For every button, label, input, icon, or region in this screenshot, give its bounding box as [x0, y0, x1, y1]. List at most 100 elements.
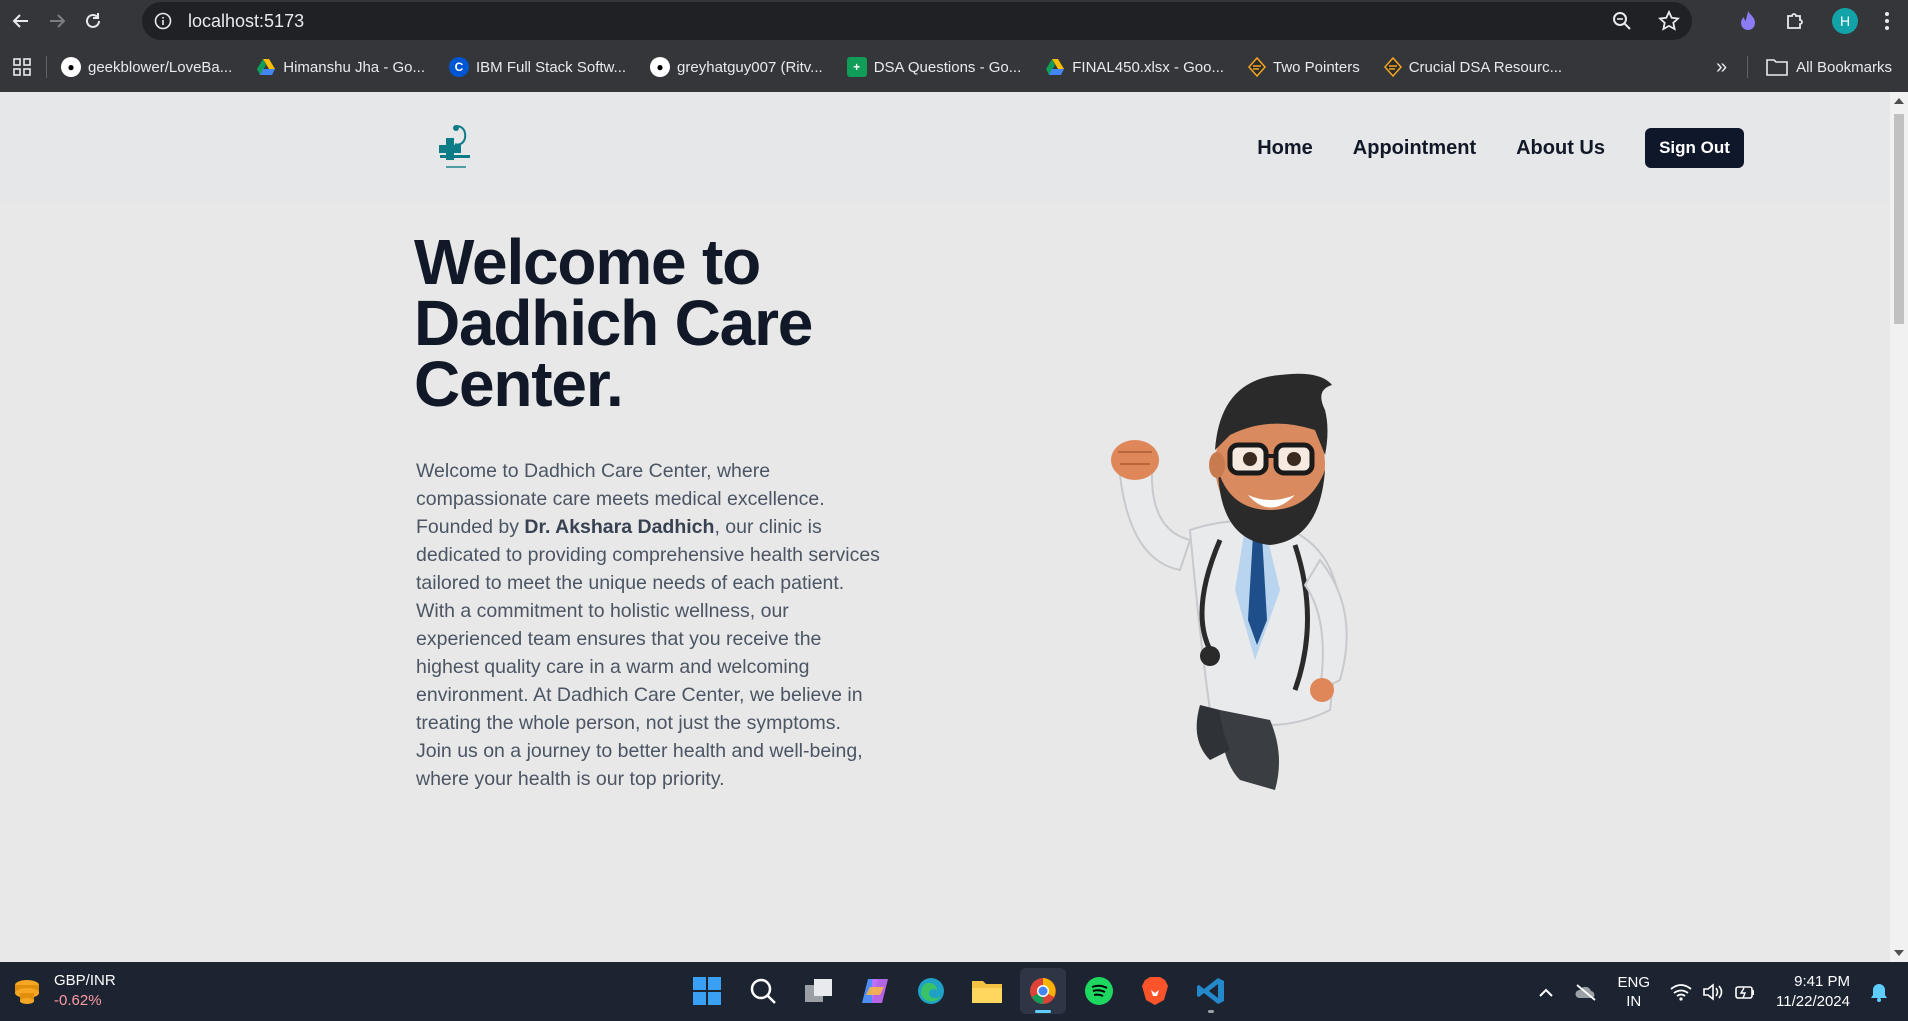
zoom-icon[interactable] — [1612, 11, 1632, 31]
active-indicator — [1035, 1010, 1051, 1013]
task-view-icon — [805, 979, 832, 1002]
forward-button[interactable] — [42, 6, 72, 36]
open-indicator — [1208, 1010, 1214, 1013]
vscode-button[interactable] — [1188, 968, 1234, 1014]
clinic-logo[interactable] — [434, 122, 476, 172]
reload-button[interactable] — [78, 6, 108, 36]
bookmark-label: Crucial DSA Resourc... — [1408, 58, 1563, 76]
founder-name: Dr. Akshara Dadhich — [524, 516, 715, 538]
copilot-icon — [862, 979, 888, 1003]
scroll-up-arrow-icon[interactable] — [1894, 98, 1904, 104]
main-nav: Home Appointment About Us Sign Out — [1257, 128, 1744, 168]
google-drive-icon — [1046, 59, 1065, 75]
codestudio-icon — [1383, 57, 1402, 77]
hero-title: Welcome to Dadhich Care Center. — [414, 226, 813, 420]
hero-text-body: , our clinic is dedicated to providing c… — [416, 516, 880, 790]
bookmark-item[interactable]: Crucial DSA Resourc... — [1383, 57, 1563, 77]
clock[interactable]: 9:41 PM 11/22/2024 — [1776, 972, 1850, 1012]
bookmark-item[interactable]: Two Pointers — [1247, 57, 1360, 77]
onedrive-offline-icon[interactable] — [1574, 983, 1598, 1001]
coins-icon — [15, 979, 39, 1004]
folder-icon — [1766, 59, 1788, 76]
taskbar-apps — [684, 968, 1234, 1014]
extensions-puzzle-icon[interactable] — [1784, 10, 1806, 32]
clock-date: 11/22/2024 — [1776, 992, 1850, 1010]
extension-flame-icon[interactable] — [1738, 10, 1758, 32]
start-button[interactable] — [684, 968, 730, 1014]
scroll-thumb[interactable] — [1894, 114, 1904, 324]
bookmark-label: Two Pointers — [1272, 58, 1360, 76]
copilot-button[interactable] — [852, 968, 898, 1014]
edge-button[interactable] — [908, 968, 954, 1014]
quick-settings[interactable] — [1670, 982, 1756, 1001]
spotify-icon — [1085, 977, 1113, 1005]
coursera-icon: C — [449, 57, 469, 77]
nav-about-link[interactable]: About Us — [1516, 137, 1605, 160]
profile-avatar[interactable]: H — [1832, 8, 1858, 34]
doctor-illustration — [1111, 373, 1348, 790]
task-view-button[interactable] — [796, 968, 842, 1014]
region-code: IN — [1626, 992, 1642, 1010]
stock-symbol: GBP/INR — [54, 972, 116, 989]
menu-kebab-icon[interactable] — [1884, 11, 1890, 31]
notification-bell-icon[interactable] — [1870, 982, 1888, 1002]
chrome-icon — [1030, 978, 1056, 1004]
sign-out-button[interactable]: Sign Out — [1645, 128, 1744, 168]
chevron-up-icon[interactable] — [1538, 987, 1554, 997]
folder-icon — [972, 981, 1002, 1003]
bookmark-label: Himanshu Jha - Go... — [283, 58, 425, 76]
github-icon: ● — [650, 57, 671, 77]
back-button[interactable] — [6, 6, 36, 36]
bookmarks-bar: ● geekblower/LoveBa... Himanshu Jha - Go… — [0, 42, 1908, 92]
github-icon: ● — [61, 57, 81, 77]
scroll-down-arrow-icon[interactable] — [1894, 950, 1904, 956]
site-header: Home Appointment About Us Sign Out — [0, 92, 1890, 204]
bookmark-label: IBM Full Stack Softw... — [476, 58, 627, 76]
stock-change: -0.62% — [54, 992, 102, 1009]
bookmark-star-icon[interactable] — [1658, 10, 1680, 32]
arrow-right-icon — [50, 14, 66, 28]
bookmark-item[interactable]: FINAL450.xlsx - Goo... — [1045, 58, 1224, 76]
more-bookmarks-chevron-icon[interactable]: » — [1716, 56, 1727, 79]
url-text[interactable]: localhost:5173 — [188, 11, 304, 32]
language-code: ENG — [1617, 973, 1651, 991]
page-viewport: Home Appointment About Us Sign Out Welco… — [0, 92, 1890, 962]
spotify-button[interactable] — [1076, 968, 1122, 1014]
apps-grid-icon[interactable] — [12, 57, 32, 77]
bookmark-label: DSA Questions - Go... — [873, 58, 1022, 76]
reload-icon — [86, 13, 100, 28]
system-tray: ENG IN 9:41 PM 11/22/2024 — [1538, 962, 1888, 1021]
bookmark-item[interactable]: C IBM Full Stack Softw... — [449, 57, 626, 77]
address-bar[interactable]: localhost:5173 — [142, 2, 1692, 40]
battery-charging-icon — [1735, 985, 1755, 999]
hero-description: Welcome to Dadhich Care Center, where co… — [416, 457, 880, 793]
brave-lion-icon — [1142, 977, 1168, 1005]
volume-icon — [1703, 982, 1723, 1001]
wifi-icon — [1670, 983, 1692, 1001]
vscode-icon — [1197, 978, 1224, 1004]
file-explorer-button[interactable] — [964, 968, 1010, 1014]
bookmark-item[interactable]: + DSA Questions - Go... — [846, 57, 1022, 77]
brave-button[interactable] — [1132, 968, 1178, 1014]
site-info-icon[interactable] — [152, 10, 174, 32]
nav-appointment-link[interactable]: Appointment — [1353, 137, 1476, 160]
chrome-button[interactable] — [1020, 968, 1066, 1014]
bookmark-item[interactable]: Himanshu Jha - Go... — [256, 58, 425, 76]
divider — [1747, 56, 1749, 78]
clock-time: 9:41 PM — [1794, 972, 1850, 990]
google-drive-icon — [257, 59, 276, 75]
bookmark-item[interactable]: ● greyhatguy007 (Ritv... — [650, 57, 823, 77]
language-indicator[interactable]: ENG IN — [1618, 973, 1651, 1011]
divider — [46, 56, 47, 78]
all-bookmarks-link[interactable]: All Bookmarks — [1796, 59, 1892, 76]
taskbar: GBP/INR -0.62% ENG IN 9:41 PM 11/22/2024 — [0, 962, 1908, 1021]
nav-home-link[interactable]: Home — [1257, 137, 1313, 160]
taskbar-search-button[interactable] — [740, 968, 786, 1014]
edge-icon — [918, 978, 944, 1004]
page-scrollbar[interactable] — [1890, 92, 1908, 962]
bookmark-label: FINAL450.xlsx - Goo... — [1072, 58, 1224, 76]
bookmark-label: geekblower/LoveBa... — [88, 58, 233, 76]
google-sheets-icon: + — [846, 57, 867, 77]
stock-widget[interactable]: GBP/INR -0.62% — [12, 972, 116, 1009]
bookmark-item[interactable]: ● geekblower/LoveBa... — [61, 57, 232, 77]
